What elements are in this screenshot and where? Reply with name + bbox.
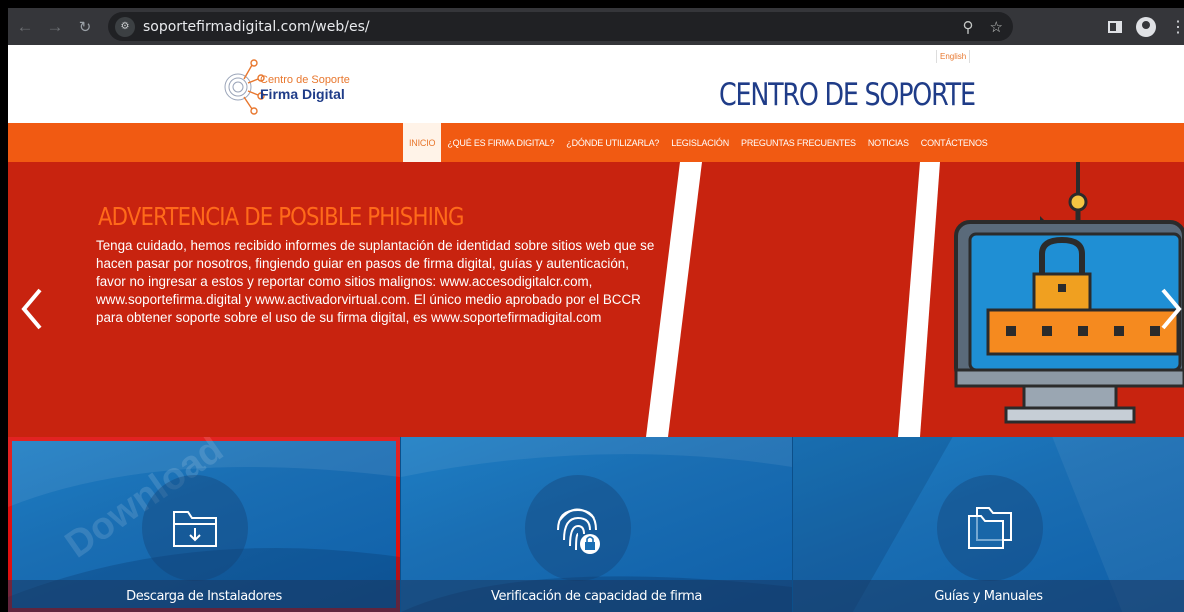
service-tiles: Download Descarga de Instaladores Verifi…: [8, 437, 1184, 612]
tile-icon-circle: [142, 475, 248, 581]
tile-guides-manuals[interactable]: Guías y Manuales: [792, 437, 1184, 612]
download-folder-icon: [173, 511, 217, 547]
tile-icon-circle: [937, 475, 1043, 581]
hero-slider: ADVERTENCIA DE POSIBLE PHISHING Tenga cu…: [8, 162, 1184, 437]
tile-label: Guías y Manuales: [793, 580, 1184, 612]
browser-toolbar: ← → ↻ ⚙ soportefirmadigital.com/web/es/ …: [8, 8, 1184, 45]
forward-icon[interactable]: →: [42, 14, 68, 40]
zoom-icon[interactable]: ⚲: [963, 18, 974, 36]
profile-icon[interactable]: [1136, 16, 1156, 37]
fingerprint-lock-icon: [557, 508, 600, 554]
nav-item-2[interactable]: ¿DÓNDE UTILIZARLA?: [560, 123, 665, 162]
reload-icon[interactable]: ↻: [72, 14, 98, 40]
side-panel-icon[interactable]: [1108, 20, 1122, 33]
url-text[interactable]: soportefirmadigital.com/web/es/: [143, 19, 370, 35]
tile-signature-verification[interactable]: Verificación de capacidad de firma: [400, 437, 792, 612]
menu-icon[interactable]: ⋮: [1170, 17, 1184, 37]
tile-download-installers[interactable]: Download Descarga de Instaladores: [8, 437, 400, 612]
slider-next-icon[interactable]: [1153, 284, 1184, 334]
logo-title: Firma Digital: [260, 86, 345, 102]
folders-icon: [968, 507, 1012, 549]
address-bar[interactable]: ⚙ soportefirmadigital.com/web/es/ ⚲ ☆: [108, 12, 1013, 41]
nav-item-3[interactable]: LEGISLACIÓN: [665, 123, 735, 162]
logo-subtitle: Centro de Soporte: [260, 74, 350, 86]
page-title: CENTRO DE SOPORTE: [719, 77, 976, 113]
tile-icon-circle: [525, 475, 631, 581]
slider-prev-icon[interactable]: [16, 284, 50, 334]
tile-label: Descarga de Instaladores: [8, 580, 400, 612]
nav-item-1[interactable]: ¿QUÉ ES FIRMA DIGITAL?: [441, 123, 560, 162]
nav-item-6[interactable]: CONTÁCTENOS: [915, 123, 994, 162]
back-icon[interactable]: ←: [12, 14, 38, 40]
bookmark-star-icon[interactable]: ☆: [990, 18, 1003, 36]
nav-item-0[interactable]: INICIO: [403, 123, 442, 162]
computer-lock-illustration: [954, 162, 1184, 424]
main-nav: INICIO ¿QUÉ ES FIRMA DIGITAL? ¿DÓNDE UTILI…: [8, 123, 1184, 162]
hero-body: Tenga cuidado, hemos recibido informes d…: [96, 238, 655, 325]
site-info-icon[interactable]: ⚙: [115, 16, 135, 37]
hero-title: ADVERTENCIA DE POSIBLE PHISHING: [98, 202, 465, 231]
nav-item-4[interactable]: PREGUNTAS FRECUENTES: [735, 123, 862, 162]
site-header: Centro de Soporte Firma Digital English …: [8, 45, 1184, 123]
language-english-link[interactable]: English: [936, 50, 971, 63]
tile-label: Verificación de capacidad de firma: [401, 580, 792, 612]
browser-window: ← → ↻ ⚙ soportefirmadigital.com/web/es/ …: [8, 8, 1184, 612]
nav-item-5[interactable]: NOTICIAS: [862, 123, 915, 162]
site-logo[interactable]: Centro de Soporte Firma Digital: [220, 57, 380, 115]
